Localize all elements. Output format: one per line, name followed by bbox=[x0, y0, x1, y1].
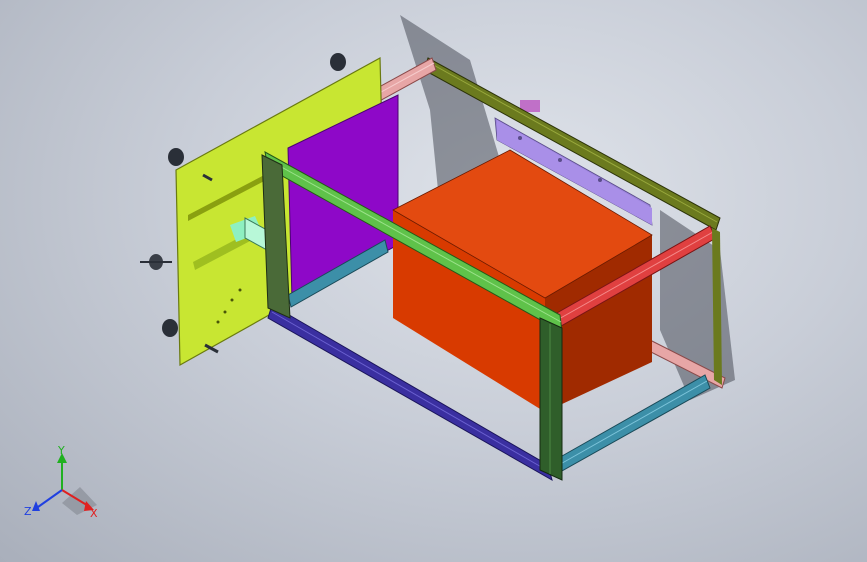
x-axis-label: X bbox=[90, 507, 98, 520]
assembly-model[interactable] bbox=[0, 0, 867, 562]
dark-green-post[interactable] bbox=[539, 317, 563, 481]
z-axis-label: Z bbox=[24, 505, 32, 518]
y-axis-label: Y bbox=[57, 445, 65, 457]
z-axis-line bbox=[37, 489, 63, 508]
cad-viewport[interactable]: Y X Z bbox=[0, 0, 867, 562]
axis-triad[interactable]: Y X Z bbox=[22, 445, 107, 525]
